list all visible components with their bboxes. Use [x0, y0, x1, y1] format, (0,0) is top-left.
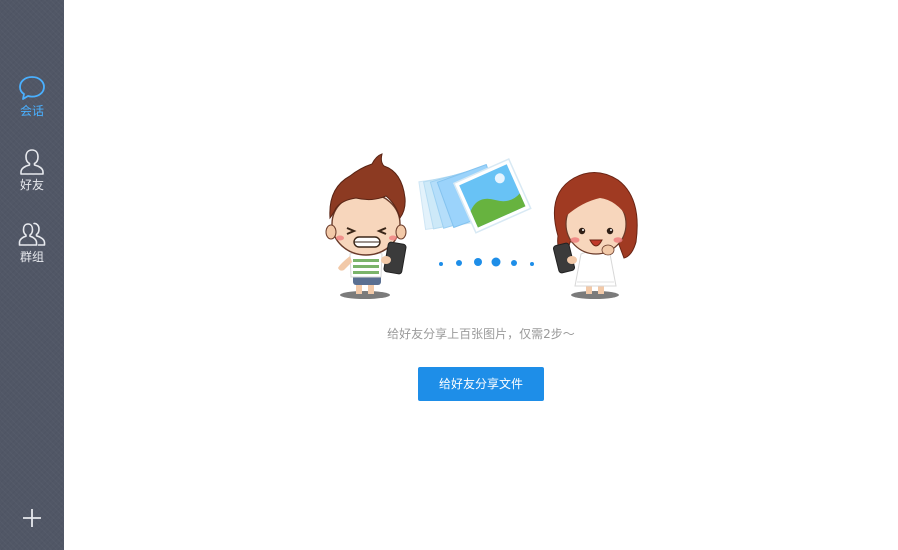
sidebar-item-label: 会话: [19, 104, 44, 118]
person-icon: [20, 149, 44, 175]
sidebar-item-groups[interactable]: 群组: [0, 219, 64, 283]
people-icon: [18, 222, 46, 246]
photo-stack-illustration: [418, 158, 532, 234]
chat-bubble-icon: [19, 76, 45, 100]
sidebar: 会话 好友 群组: [0, 0, 64, 550]
sidebar-item-label: 群组: [19, 250, 44, 264]
sidebar-item-label: 好友: [19, 178, 44, 192]
transfer-dots: [439, 257, 534, 267]
share-file-button[interactable]: 给好友分享文件: [418, 367, 544, 401]
share-hint-text: 给好友分享上百张图片，仅需2步～: [387, 327, 575, 341]
add-plus-icon[interactable]: [17, 503, 47, 533]
boy-with-phone-illustration: [325, 153, 407, 299]
sidebar-item-friends[interactable]: 好友: [0, 147, 64, 211]
girl-with-phone-illustration: [552, 172, 638, 299]
sidebar-item-chat[interactable]: 会话: [0, 73, 64, 137]
main-panel: 给好友分享上百张图片，仅需2步～ 给好友分享文件: [64, 0, 898, 550]
share-illustration: [325, 153, 638, 299]
app-window: 会话 好友 群组 给好友分享上百张图片，仅需2步～ 给好友分享文件: [0, 0, 898, 550]
